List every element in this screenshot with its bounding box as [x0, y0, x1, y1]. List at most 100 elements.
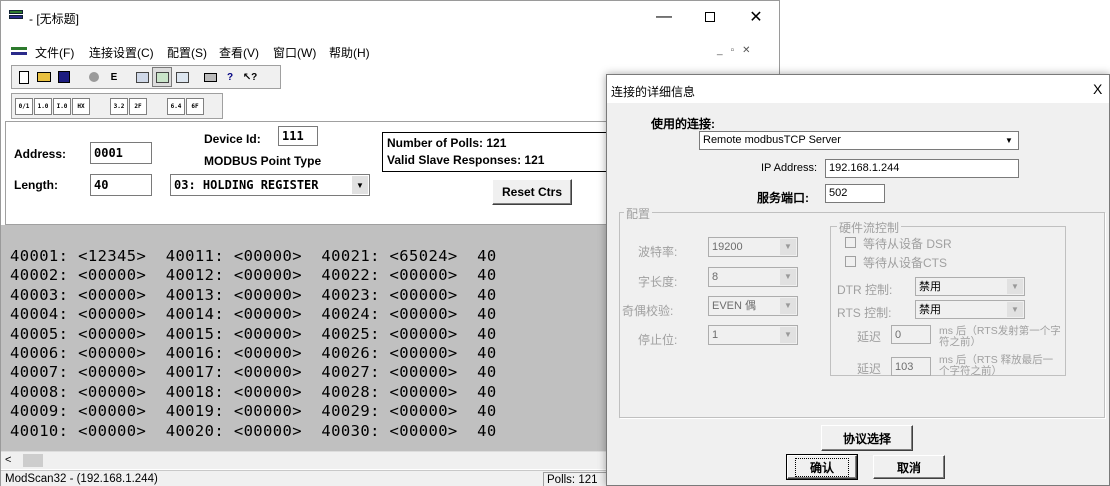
format-hex-button[interactable]: HX — [72, 98, 90, 115]
mdi-window-controls: _▫✕ — [717, 45, 759, 56]
length-label: Length: — [14, 178, 58, 192]
maximize-button[interactable] — [687, 1, 733, 33]
menu-help[interactable]: 帮助(H) — [329, 44, 370, 61]
status-connection-text: ModScan32 - (192.168.1.244) — [5, 473, 158, 485]
config-group: 配置 波特率: 19200 ▼ 字长度: 8 ▼ 奇偶校验: EVEN 偶 ▼ … — [619, 205, 1105, 418]
baud-rate-select: 19200 ▼ — [708, 237, 798, 257]
menu-file[interactable]: 文件(F) — [35, 44, 74, 61]
mdi-minimize-button[interactable]: _ — [717, 45, 731, 56]
open-icon[interactable] — [34, 67, 54, 87]
polls-count-text: Number of Polls: 121 — [387, 136, 507, 150]
menu-connection[interactable]: 连接设置(C) — [89, 44, 154, 61]
ip-address-input[interactable]: 192.168.1.244 — [825, 159, 1019, 178]
new-icon[interactable] — [14, 67, 34, 87]
parity-label: 奇偶校验: — [622, 304, 674, 318]
length-input[interactable]: 40 — [90, 174, 152, 196]
baud-rate-value: 19200 — [712, 241, 743, 253]
use-connection-value: Remote modbusTCP Server — [703, 134, 841, 146]
format-toolbar: 0/1 1.0 I.0 HX 3.2 2F 6.4 6F — [11, 93, 223, 119]
dialog-title-bar: 连接的详细信息 X — [607, 75, 1109, 103]
parity-value: EVEN 偶 — [712, 300, 757, 312]
ok-button[interactable]: 确认 — [786, 454, 858, 480]
use-connection-label: 使用的连接: — [651, 117, 715, 131]
disconnect-icon[interactable] — [84, 67, 104, 87]
minimize-button[interactable]: — — [641, 1, 687, 33]
dtr-value: 禁用 — [919, 281, 941, 293]
device-id-input[interactable]: 111 — [278, 126, 318, 146]
connect-icon[interactable]: E — [104, 67, 124, 87]
word-length-value: 8 — [712, 271, 719, 283]
point-type-label: MODBUS Point Type — [204, 154, 322, 168]
format-decimal-button[interactable]: 1.0 — [34, 98, 52, 115]
rts-value: 禁用 — [919, 304, 941, 316]
ok-label: 确认 — [794, 457, 849, 477]
display3-icon[interactable] — [172, 67, 192, 87]
service-port-input[interactable]: 502 — [825, 184, 885, 203]
point-type-select[interactable]: 03: HOLDING REGISTER ▼ — [170, 174, 370, 196]
scroll-left-icon[interactable]: < — [5, 454, 11, 466]
cts-checkbox — [845, 256, 856, 267]
service-port-label: 服务端口: — [757, 191, 809, 205]
chevron-down-icon: ▼ — [352, 176, 368, 194]
format-binary-button[interactable]: 0/1 — [15, 98, 33, 115]
context-help-icon[interactable]: ↖? — [240, 67, 260, 87]
help-icon[interactable]: ? — [220, 67, 240, 87]
reset-counters-button[interactable]: Reset Ctrs — [492, 179, 572, 205]
chevron-down-icon: ▼ — [1007, 302, 1023, 317]
delay1-label: 延迟 — [857, 330, 882, 344]
rts-label: RTS 控制: — [837, 306, 892, 320]
stop-bits-select: 1 ▼ — [708, 325, 798, 345]
rts-select: 禁用 ▼ — [915, 300, 1025, 319]
chevron-down-icon: ▼ — [1007, 279, 1023, 294]
menu-view[interactable]: 查看(V) — [219, 44, 259, 61]
status-polls-text: Polls: 121 — [547, 474, 598, 486]
chevron-down-icon: ▼ — [780, 298, 796, 314]
ip-address-label: IP Address: — [761, 162, 818, 174]
mdi-icon — [11, 47, 27, 55]
word-length-label: 字长度: — [638, 275, 678, 289]
cts-label: 等待从设备CTS — [863, 256, 948, 270]
display-icon[interactable] — [132, 67, 152, 87]
use-connection-select[interactable]: Remote modbusTCP Server ▼ — [699, 131, 1019, 150]
save-icon[interactable] — [54, 67, 74, 87]
print-icon[interactable] — [200, 67, 220, 87]
format-float-button[interactable]: 3.2 — [110, 98, 128, 115]
dtr-select: 禁用 ▼ — [915, 277, 1025, 296]
menu-bar: 文件(F) 连接设置(C) 配置(S) 查看(V) 窗口(W) 帮助(H) _▫… — [1, 41, 779, 61]
cancel-button[interactable]: 取消 — [873, 455, 945, 479]
delay1-note: ms 后（RTS发射第一个字符之前） — [939, 325, 1061, 348]
baud-rate-label: 波特率: — [638, 245, 678, 259]
format-integer-button[interactable]: I.0 — [53, 98, 71, 115]
dialog-close-icon[interactable]: X — [1093, 81, 1102, 97]
format-double-swap-button[interactable]: 6F — [186, 98, 204, 115]
stop-bits-value: 1 — [712, 329, 719, 341]
chevron-down-icon: ▼ — [780, 327, 796, 343]
scrollbar-thumb[interactable] — [23, 454, 43, 467]
dsr-checkbox — [845, 237, 856, 248]
cancel-label: 取消 — [896, 460, 921, 475]
delay1-input: 0 — [891, 325, 931, 344]
protocol-select-button[interactable]: 协议选择 — [821, 425, 913, 451]
delay2-label: 延迟 — [857, 362, 882, 376]
chevron-down-icon: ▼ — [1001, 133, 1017, 148]
point-type-value: 03: HOLDING REGISTER — [174, 178, 319, 192]
menu-setup[interactable]: 配置(S) — [167, 44, 207, 61]
display2-icon[interactable] — [152, 67, 172, 87]
word-length-select: 8 ▼ — [708, 267, 798, 287]
mdi-restore-button[interactable]: ▫ — [731, 45, 743, 56]
menu-window[interactable]: 窗口(W) — [273, 44, 316, 61]
mdi-close-button[interactable]: ✕ — [742, 45, 758, 56]
chevron-down-icon: ▼ — [780, 239, 796, 255]
stop-bits-label: 停止位: — [638, 333, 678, 347]
device-id-label: Device Id: — [204, 132, 261, 146]
delay2-note: ms 后（RTS 释放最后一个字符之前） — [939, 354, 1054, 377]
format-float-swap-button[interactable]: 2F — [129, 98, 147, 115]
format-double-button[interactable]: 6.4 — [167, 98, 185, 115]
reset-counters-label: Reset Ctrs — [501, 185, 563, 199]
close-button[interactable]: ✕ — [733, 1, 779, 33]
dtr-label: DTR 控制: — [837, 283, 893, 297]
config-group-label: 配置 — [624, 205, 653, 222]
dsr-label: 等待从设备 DSR — [863, 237, 952, 251]
address-input[interactable]: 0001 — [90, 142, 152, 164]
parity-select: EVEN 偶 ▼ — [708, 296, 798, 316]
